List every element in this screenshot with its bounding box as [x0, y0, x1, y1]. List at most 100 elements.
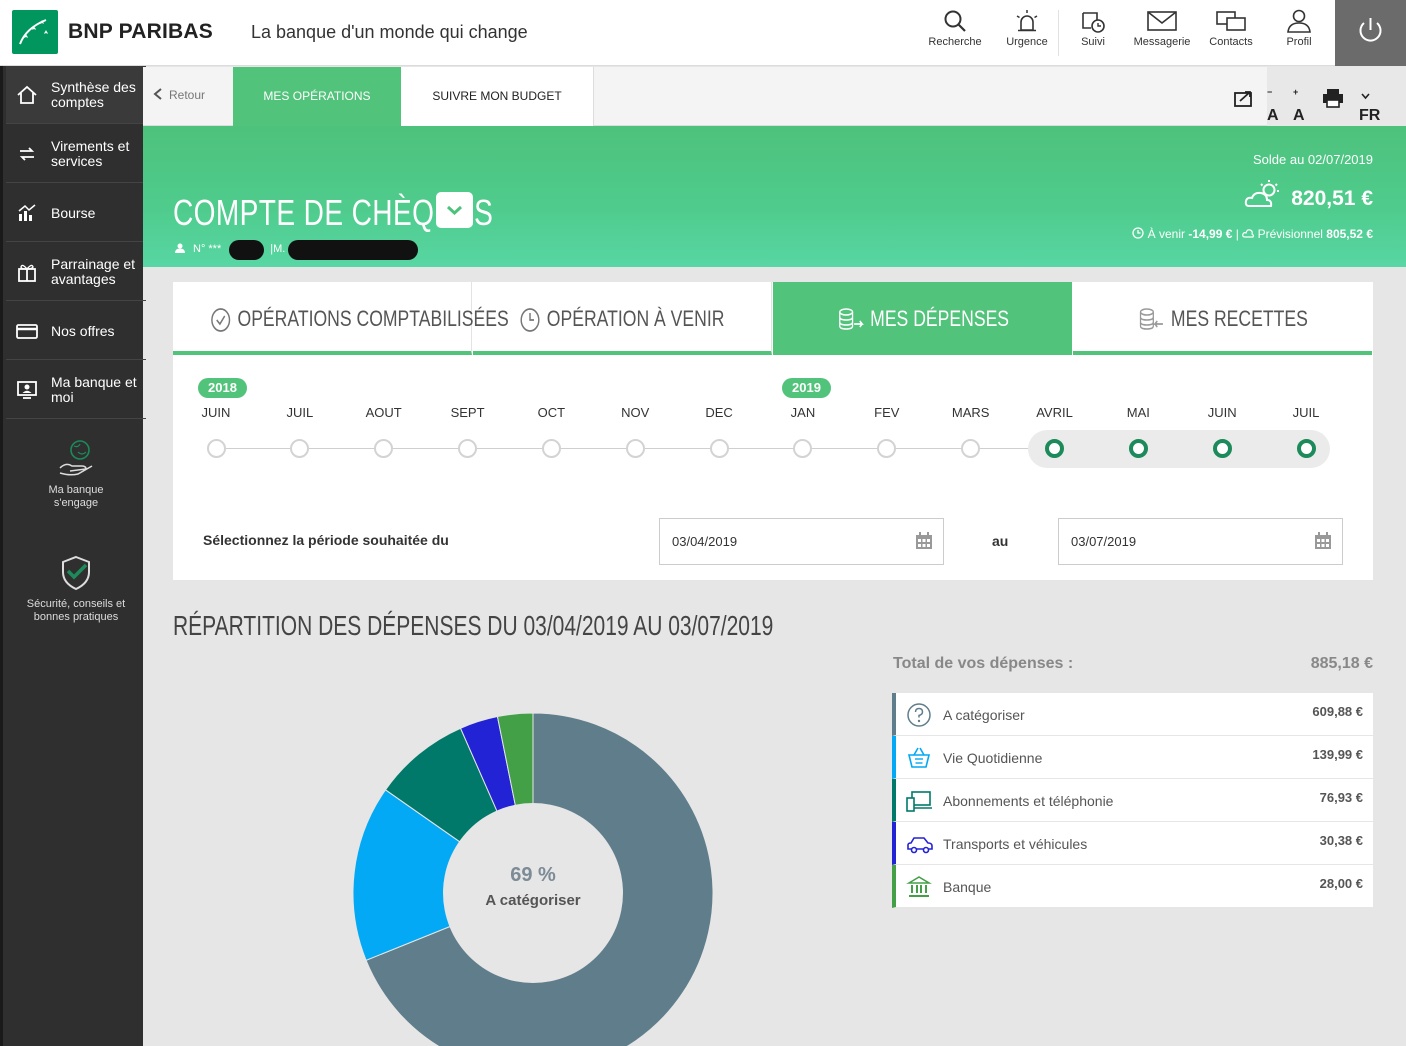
accessibility-tools: A − A + FR	[1267, 67, 1406, 126]
tab-operation-a-venir[interactable]: OPÉRATION À VENIR	[473, 282, 772, 355]
month-label[interactable]: SEPT	[428, 405, 508, 420]
month-label[interactable]: AVRIL	[1015, 405, 1095, 420]
tab-suivre-budget[interactable]: SUIVRE MON BUDGET	[401, 67, 594, 126]
month-dot[interactable]	[961, 439, 981, 458]
sidebar-security[interactable]: Sécurité, conseils et bonnes pratiques	[6, 554, 146, 624]
month-dot-selected[interactable]	[1045, 439, 1064, 458]
month-label[interactable]: JUIN	[1182, 405, 1262, 420]
nav-urgence[interactable]: Urgence	[994, 0, 1060, 66]
sidebar-item-bourse[interactable]: Bourse	[6, 184, 146, 242]
shield-check-icon	[62, 555, 90, 591]
power-icon	[1359, 18, 1382, 42]
nav-label: Urgence	[1006, 36, 1048, 48]
redaction-mark	[229, 240, 264, 260]
search-icon	[944, 10, 966, 32]
tab-mes-recettes[interactable]: MES RECETTES	[1073, 282, 1372, 355]
month-dot[interactable]	[290, 439, 310, 458]
sidebar-item-label: Ma banque et moi	[51, 374, 137, 405]
print-icon[interactable]	[1322, 88, 1344, 108]
period-label: Sélectionnez la période souhaitée du	[203, 532, 449, 548]
month-label[interactable]: JUIL	[260, 405, 340, 420]
date-from-field[interactable]: 03/04/2019	[659, 518, 944, 565]
nav-recherche[interactable]: Recherche	[922, 0, 988, 66]
month-dot-selected[interactable]	[1296, 439, 1316, 458]
month-dot[interactable]	[793, 439, 813, 458]
card-icon	[16, 324, 38, 339]
user-icon	[1287, 9, 1311, 33]
month-dot[interactable]	[458, 439, 478, 458]
month-label[interactable]: JAN	[763, 405, 843, 420]
brand-tagline: La banque d'un monde qui change	[251, 22, 528, 42]
chevron-down-icon	[446, 205, 463, 216]
tab-mes-operations[interactable]: MES OPÉRATIONS	[233, 67, 401, 126]
month-label[interactable]: FEV	[847, 405, 927, 420]
sidebar-item-offres[interactable]: Nos offres	[6, 302, 146, 360]
date-from-value: 03/04/2019	[672, 534, 738, 549]
month-dot[interactable]	[541, 439, 561, 458]
sidebar-engage[interactable]: Ma banque s'engage	[6, 438, 146, 510]
calendar-icon[interactable]	[915, 532, 933, 550]
account-select-button[interactable]	[436, 192, 473, 228]
date-to-field[interactable]: 03/07/2019	[1058, 518, 1343, 565]
legend-row[interactable]: Transports et véhicules 30,38 €	[892, 822, 1373, 865]
legend-category: A catégoriser	[943, 707, 1025, 723]
car-icon	[907, 837, 933, 854]
tab-label: MES RECETTES	[1170, 306, 1308, 331]
language-select[interactable]: FR	[1359, 87, 1380, 124]
legend-category: Transports et véhicules	[943, 836, 1088, 852]
month-label[interactable]: MAI	[1098, 405, 1178, 420]
total-label: Total de vos dépenses :	[893, 655, 1074, 672]
sub-toolbar: Retour MES OPÉRATIONS SUIVRE MON BUDGET …	[143, 67, 1406, 126]
calendar-icon[interactable]	[1314, 532, 1332, 550]
month-dot-selected[interactable]	[1212, 439, 1232, 458]
month-dot[interactable]	[625, 439, 645, 458]
period-separator: au	[992, 533, 1009, 549]
donut-center-percent: 69 %	[510, 864, 556, 886]
logout-button[interactable]	[1335, 0, 1406, 66]
nav-suivi[interactable]: Suivi	[1062, 0, 1124, 66]
legend-row[interactable]: Abonnements et téléphonie 76,93 €	[892, 779, 1373, 822]
upcoming-value: -14,99 €	[1188, 227, 1233, 241]
nav-label: Profil	[1286, 36, 1312, 48]
tab-label: MES DÉPENSES	[869, 306, 1009, 331]
legend-row[interactable]: Vie Quotidienne 139,99 €	[892, 736, 1373, 779]
month-dot[interactable]	[877, 439, 897, 458]
nav-messagerie[interactable]: Messagerie	[1126, 0, 1198, 66]
month-dot[interactable]	[206, 439, 226, 458]
sidebar-engage-label: Ma banque s'engage	[48, 484, 104, 509]
expand-icon[interactable]	[1233, 89, 1255, 109]
font-decrease-button[interactable]: A −	[1267, 87, 1279, 124]
sidebar-item-synthese[interactable]: Synthèse des comptes	[6, 66, 146, 124]
sidebar-item-label: Parrainage et avantages	[51, 256, 136, 287]
font-increase-button[interactable]: A +	[1293, 87, 1305, 124]
sidebar-item-parrainage[interactable]: Parrainage et avantages	[6, 243, 146, 301]
sidebar-item-ma-banque[interactable]: Ma banque et moi	[6, 361, 146, 419]
redaction-mark	[288, 240, 418, 260]
month-label[interactable]: JUIN	[176, 405, 256, 420]
timeline-selected-range	[1028, 430, 1330, 468]
month-dot[interactable]	[374, 439, 394, 458]
bnp-logo[interactable]	[12, 10, 58, 54]
month-label[interactable]: DEC	[679, 405, 759, 420]
total-value: 885,18 €	[1310, 655, 1373, 672]
month-label[interactable]: JUIL	[1266, 405, 1346, 420]
forecast-line: À venir -14,99 € | Prévisionnel 805,52 €	[1132, 227, 1373, 241]
tab-operations-comptabilisees[interactable]: OPÉRATIONS COMPTABILISÉES	[173, 282, 509, 355]
legend-amount: 76,93 €	[1319, 790, 1363, 805]
month-label[interactable]: MARS	[931, 405, 1011, 420]
account-holder-prefix: |M.	[270, 243, 286, 255]
year-badge-2018: 2018	[198, 378, 247, 398]
month-dot[interactable]	[709, 439, 729, 458]
nav-contacts[interactable]: Contacts	[1198, 0, 1264, 66]
month-label[interactable]: OCT	[511, 405, 591, 420]
month-label[interactable]: AOUT	[344, 405, 424, 420]
sidebar-item-virements[interactable]: Virements et services	[6, 125, 146, 183]
legend-row[interactable]: Banque 28,00 €	[892, 865, 1373, 908]
legend-row[interactable]: A catégoriser 609,88 €	[892, 693, 1373, 736]
month-label[interactable]: NOV	[595, 405, 675, 420]
back-link[interactable]: Retour	[153, 88, 205, 102]
month-dot-selected[interactable]	[1128, 439, 1148, 458]
tab-mes-depenses[interactable]: MES DÉPENSES	[773, 282, 1072, 355]
legend-amount: 28,00 €	[1319, 876, 1363, 891]
nav-profil[interactable]: Profil	[1266, 0, 1332, 66]
